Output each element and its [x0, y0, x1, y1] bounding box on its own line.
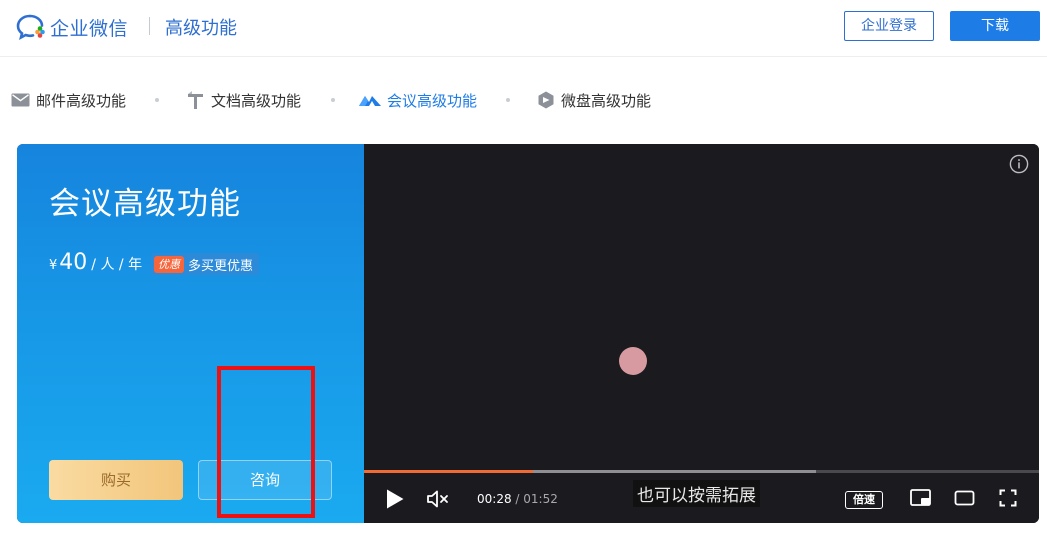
consult-button[interactable]: 咨询: [198, 460, 332, 500]
price: ¥ 40 / 人 / 年: [49, 250, 142, 275]
feature-tabs: 邮件高级功能 文档高级功能 会议高级功能 微盘高级功能: [0, 84, 1047, 116]
document-icon: [188, 90, 203, 109]
fullscreen-icon[interactable]: [999, 489, 1017, 507]
cursor-indicator: [619, 347, 647, 375]
tab-docs[interactable]: 文档高级功能: [186, 84, 301, 116]
logo[interactable]: 企业微信: [16, 13, 128, 41]
discount-text: 多买更优惠: [188, 258, 254, 274]
top-header: 企业微信 高级功能 企业登录 下载: [0, 0, 1047, 57]
picture-in-picture-icon[interactable]: [910, 489, 932, 507]
time-separator: /: [511, 492, 524, 506]
drive-icon: [538, 91, 554, 109]
time-display: 00:28 / 01:52: [477, 492, 558, 506]
tab-separator: [506, 98, 510, 102]
logo-divider: [149, 17, 150, 35]
section-title[interactable]: 高级功能: [165, 14, 237, 40]
download-button[interactable]: 下载: [950, 11, 1040, 41]
mail-icon: [11, 93, 30, 107]
tab-meeting[interactable]: 会议高级功能: [359, 84, 477, 116]
playback-speed-button[interactable]: 倍速: [845, 491, 883, 509]
video-player[interactable]: 00:28 / 01:52 也可以按需拓展 倍速: [364, 144, 1039, 523]
tab-separator: [331, 98, 335, 102]
total-time: 01:52: [523, 492, 558, 506]
tab-label: 微盘高级功能: [561, 91, 652, 110]
tab-mail[interactable]: 邮件高级功能: [11, 84, 126, 116]
enterprise-login-button[interactable]: 企业登录: [844, 11, 934, 41]
theater-mode-icon[interactable]: [954, 490, 976, 506]
mute-icon[interactable]: [426, 489, 450, 509]
tab-label: 会议高级功能: [387, 91, 478, 110]
feature-card: 会议高级功能 ¥ 40 / 人 / 年 优惠 多买更优惠 购买 咨询 00:28…: [17, 144, 1039, 523]
price-unit: / 人 / 年: [91, 257, 143, 273]
promo-panel: 会议高级功能 ¥ 40 / 人 / 年 优惠 多买更优惠 购买 咨询: [17, 144, 364, 523]
video-subtitle: 也可以按需拓展: [633, 480, 760, 507]
buy-button[interactable]: 购买: [49, 460, 183, 500]
tab-drive[interactable]: 微盘高级功能: [537, 84, 651, 116]
player-controls: 00:28 / 01:52 也可以按需拓展 倍速: [364, 473, 1039, 523]
info-icon[interactable]: [1009, 154, 1029, 174]
discount-badge: 优惠 多买更优惠: [151, 253, 260, 275]
logo-text: 企业微信: [50, 17, 129, 40]
play-icon[interactable]: [385, 488, 405, 510]
meeting-icon: [359, 96, 381, 106]
current-time: 00:28: [477, 492, 512, 506]
price-currency: ¥: [49, 258, 58, 273]
tab-separator: [155, 98, 159, 102]
tab-label: 文档高级功能: [211, 91, 302, 110]
tab-label: 邮件高级功能: [36, 91, 127, 110]
price-value: 40: [59, 250, 88, 275]
wecom-logo-icon: [16, 14, 45, 41]
promo-title: 会议高级功能: [49, 186, 241, 222]
discount-tag: 优惠: [154, 255, 184, 273]
